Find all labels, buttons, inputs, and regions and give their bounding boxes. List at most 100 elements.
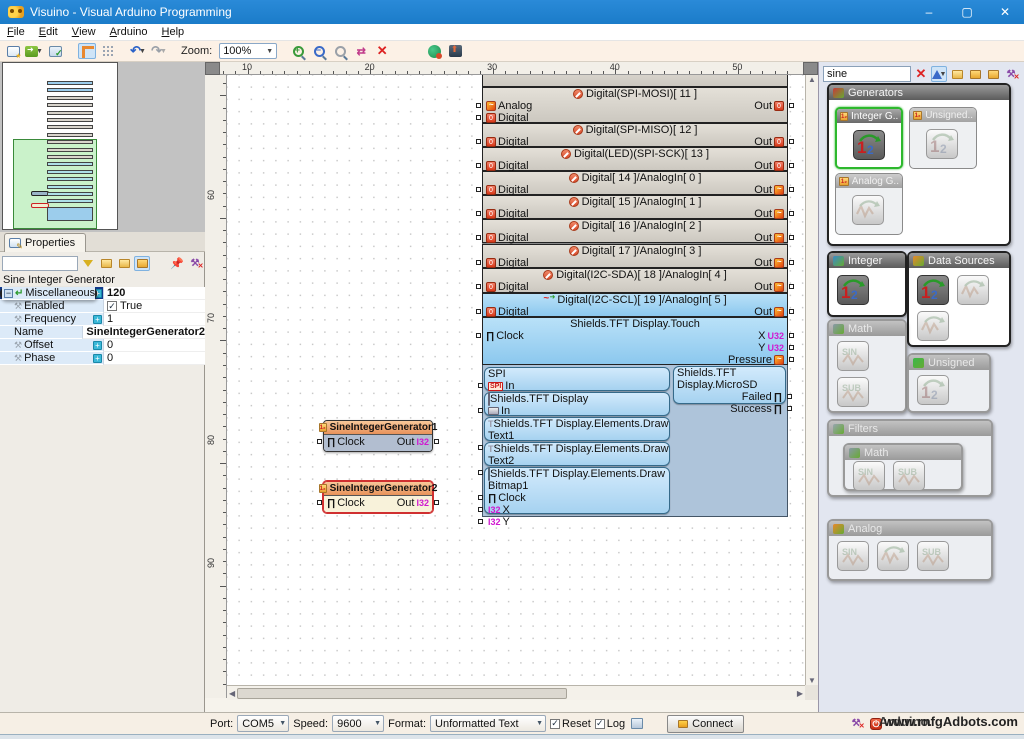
shields-tft-display-touch[interactable]: Shields.TFT Display.Touch∏ClockXU32YU32P…	[482, 317, 788, 365]
category-math[interactable]: MathSINSUB	[843, 443, 963, 491]
pin-connector[interactable]	[476, 309, 481, 314]
category-math[interactable]: MathSINSUB	[827, 319, 907, 413]
design-canvas[interactable]: 0DigitalOut0Digital(SPI-MOSI)[ 11 ]Analo…	[227, 75, 805, 685]
scroll-left-arrow[interactable]: ◀	[229, 689, 235, 698]
expand-plus-icon[interactable]: +	[93, 315, 102, 324]
redo-button[interactable]: ↷▼	[150, 43, 168, 59]
open-log-button[interactable]	[629, 716, 645, 732]
output-pin[interactable]: XU32	[758, 330, 784, 342]
input-pin[interactable]: I32X	[488, 504, 510, 516]
collapse-icon[interactable]: −	[4, 289, 13, 298]
out-pin[interactable]: OutI32	[397, 497, 429, 509]
toolbox-item-integer-g-[interactable]: 1₂Integer G..12	[835, 107, 903, 169]
suggest-components-button[interactable]	[949, 66, 965, 82]
tool-icon-int[interactable]: 12	[837, 275, 869, 305]
pin-connector[interactable]	[789, 345, 794, 350]
input-pin[interactable]: 0Digital	[486, 232, 529, 244]
component-wizard-button[interactable]: ▼	[931, 66, 947, 82]
pin-connector[interactable]	[478, 519, 483, 524]
property-row-frequency[interactable]: ⚒Frequency+1	[0, 313, 205, 326]
undo-button[interactable]: ↶▼	[129, 43, 147, 59]
horizontal-scrollbar[interactable]: ◀▶	[227, 685, 805, 700]
property-row-phase[interactable]: ⚒Phase+0	[0, 352, 205, 365]
digital-17-analogin-3[interactable]: Digital[ 17 ]/AnalogIn[ 3 ]0DigitalOut	[482, 244, 788, 268]
reconnect-wires-button[interactable]: ⇄	[352, 43, 370, 59]
delete-button[interactable]: ✕	[373, 43, 391, 59]
pin-connector[interactable]	[789, 211, 794, 216]
input-pin[interactable]: ∏Clock	[486, 330, 524, 342]
shields-tft-display-elements-draw-text1[interactable]: TShields.TFT Display.Elements.Draw Text1…	[484, 417, 670, 441]
pin-connector[interactable]	[478, 383, 483, 388]
filter-button[interactable]	[80, 256, 96, 271]
zoom-in-button[interactable]: +	[289, 43, 307, 59]
pin-connector[interactable]	[476, 211, 481, 216]
grid-toggle[interactable]	[99, 43, 117, 59]
shields-tft-display-elements-draw-bitmap1[interactable]: Shields.TFT Display.Elements.Draw Bitmap…	[484, 467, 670, 514]
pin-connector[interactable]	[476, 284, 481, 289]
input-pin[interactable]: Analog	[486, 100, 532, 112]
open-project-button[interactable]: ▼	[25, 43, 43, 59]
digital-spi-mosi-11[interactable]: Digital(SPI-MOSI)[ 11 ]AnalogOut00Digita…	[482, 87, 788, 123]
value-checkbox[interactable]: ✓	[107, 301, 117, 311]
digital-15-analogin-1[interactable]: Digital[ 15 ]/AnalogIn[ 1 ]0DigitalOut	[482, 195, 788, 219]
property-row-enabled[interactable]: ⚒Enabled✓True	[0, 300, 205, 313]
out-pin[interactable]: OutI32	[397, 436, 429, 448]
sineintegergenerator1[interactable]: 1₂SineIntegerGenerator1∏ClockOutI32	[323, 420, 433, 452]
digital-i2c-scl-19-analogin-5[interactable]: Digital(I2C-SCL)[ 19 ]/AnalogIn[ 5 ]0Dig…	[482, 293, 788, 317]
tool-icon-int[interactable]: 12	[853, 130, 885, 160]
port-select[interactable]: COM5 (l▼	[237, 715, 289, 732]
zoom-select[interactable]: 100%▼	[219, 43, 277, 59]
menu-help[interactable]: Help	[155, 24, 192, 41]
pin-connector[interactable]	[476, 115, 481, 120]
pin-connector[interactable]	[476, 187, 481, 192]
property-row-name[interactable]: NameSineIntegerGenerator2	[0, 326, 205, 339]
scroll-up-arrow[interactable]: ▲	[808, 75, 816, 84]
tool-icon-int[interactable]: 12	[917, 275, 949, 305]
vertical-scrollbar[interactable]: ▲▼	[805, 75, 818, 685]
digital-led-spi-sck-13[interactable]: Digital(LED)(SPI-SCK)[ 13 ]0DigitalOut0	[482, 147, 788, 171]
pin-connector[interactable]	[787, 406, 792, 411]
sineintegergenerator2[interactable]: 1₂SineIntegerGenerator2∏ClockOutI32	[323, 481, 433, 513]
toolbox-item-analog-g-[interactable]: 1₂Analog G..	[835, 173, 903, 235]
speed-select[interactable]: 9600▼	[332, 715, 384, 732]
upload-to-arduino-button[interactable]	[446, 43, 464, 59]
toolbox-settings-button[interactable]: ⚒	[1003, 66, 1019, 82]
spi[interactable]: SPISPIIn	[484, 367, 670, 391]
input-pin[interactable]: SPIIn	[488, 380, 514, 392]
pin-properties-button[interactable]: 📌	[169, 256, 185, 271]
pin-connector[interactable]	[478, 445, 483, 450]
pin-connector[interactable]	[476, 260, 481, 265]
output-pin[interactable]: Out0	[754, 100, 784, 112]
category-unsigned[interactable]: Unsigned12	[907, 353, 991, 413]
categorized-view-button[interactable]	[98, 256, 114, 271]
tree-view-button[interactable]	[134, 256, 150, 271]
pin-connector[interactable]	[789, 187, 794, 192]
clock-input-pin[interactable]: ∏Clock	[327, 436, 365, 448]
category-filters[interactable]: FiltersMathSINSUB	[827, 419, 993, 497]
zoom-out-button[interactable]: −	[310, 43, 328, 59]
category-analog[interactable]: AnalogSINSUB	[827, 519, 993, 581]
digital-i2c-sda-18-analogin-4[interactable]: Digital(I2C-SDA)[ 18 ]/AnalogIn[ 4 ]0Dig…	[482, 268, 788, 293]
pin-connector[interactable]	[787, 394, 792, 399]
maximize-button[interactable]: ▢	[948, 0, 986, 24]
output-pin[interactable]: Out	[754, 281, 784, 293]
format-select[interactable]: Unformatted Text▼	[430, 715, 546, 732]
pin-connector[interactable]	[476, 139, 481, 144]
properties-filter-input[interactable]	[2, 256, 78, 271]
output-pin[interactable]: Failed∏	[742, 391, 782, 403]
digital-spi-miso-12[interactable]: Digital(SPI-MISO)[ 12 ]0DigitalOut0	[482, 123, 788, 147]
pin-connector[interactable]	[789, 235, 794, 240]
clock-input-pin[interactable]: ∏Clock	[327, 497, 365, 509]
reset-checkbox[interactable]: ✓Reset	[550, 718, 591, 730]
pin-connector[interactable]	[476, 103, 481, 108]
alphabetic-view-button[interactable]	[116, 256, 132, 271]
pin-connector[interactable]	[478, 470, 483, 475]
close-button[interactable]: ✕	[986, 0, 1024, 24]
connect-button[interactable]: Connect	[667, 715, 744, 733]
route-wires-toggle[interactable]	[78, 43, 96, 59]
save-project-button[interactable]	[46, 43, 64, 59]
pin-connector[interactable]	[478, 495, 483, 500]
property-category-row[interactable]: −↵Miscellaneous	[0, 287, 97, 300]
property-value[interactable]: 120	[107, 287, 125, 299]
serial-settings-button[interactable]: ⚒	[848, 716, 864, 732]
